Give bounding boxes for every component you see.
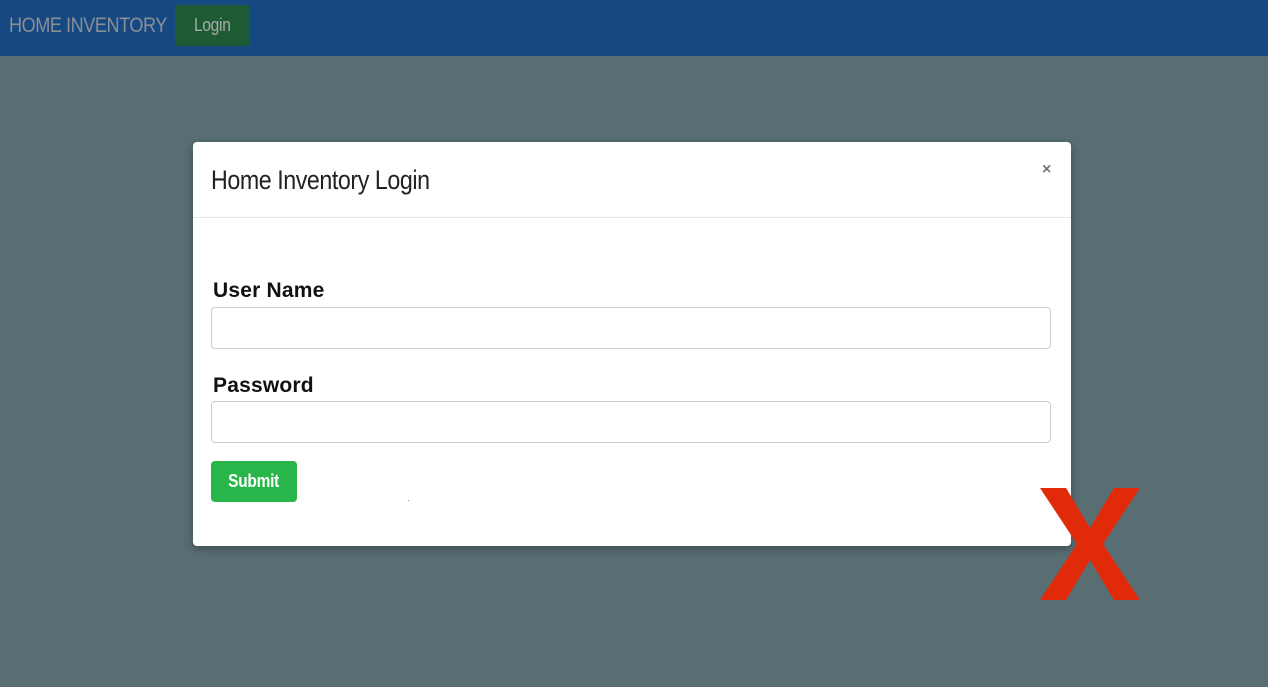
stray-dot: [408, 500, 409, 501]
password-label: Password: [213, 374, 314, 397]
modal-title: Home Inventory Login: [211, 165, 430, 195]
nav-login-button[interactable]: Login: [175, 5, 250, 46]
username-input[interactable]: [211, 307, 1051, 349]
red-x-icon: [1040, 488, 1140, 600]
modal-header: Home Inventory Login ×: [193, 142, 1071, 218]
submit-label: Submit: [228, 471, 280, 491]
nav-login-label: Login: [194, 15, 231, 35]
submit-button[interactable]: Submit: [211, 461, 297, 502]
username-label: User Name: [213, 279, 325, 302]
password-input[interactable]: [211, 401, 1051, 443]
brand-title[interactable]: HOME INVENTORY: [9, 14, 167, 38]
top-navbar: HOME INVENTORY Login: [0, 0, 1268, 56]
close-icon[interactable]: ×: [1042, 161, 1051, 179]
login-modal: Home Inventory Login × User Name Passwor…: [193, 142, 1071, 546]
